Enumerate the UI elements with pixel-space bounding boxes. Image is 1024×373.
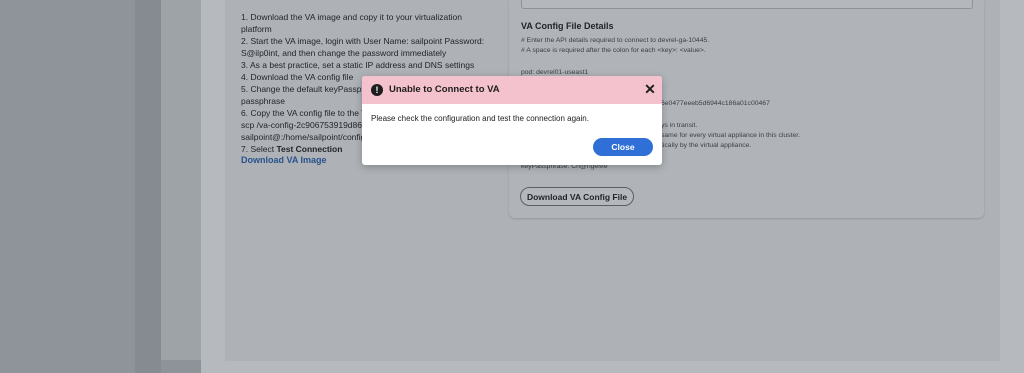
step-1: 1. Download the VA image and copy it to … <box>241 12 462 34</box>
config-title: VA Config File Details <box>521 21 614 31</box>
close-icon[interactable]: ✕ <box>643 82 657 96</box>
config-line: # A space is required after the colon fo… <box>521 47 706 54</box>
step-7-bold: Test Connection <box>276 144 343 154</box>
close-button[interactable]: Close <box>593 138 653 156</box>
background-left <box>0 0 135 373</box>
download-va-image-link[interactable]: Download VA Image <box>241 155 327 165</box>
step-2: 2. Start the VA image, login with User N… <box>241 36 485 58</box>
step-7-label: 7. Select <box>241 144 275 154</box>
config-line: pod: devrel01-useast1 <box>521 69 589 76</box>
text-area[interactable] <box>521 0 973 9</box>
background-strip <box>135 0 161 373</box>
config-line: 6e0477eeeb5d6944c186a01c00467 <box>661 100 770 107</box>
download-config-button[interactable]: Download VA Config File <box>520 187 634 206</box>
config-line: same for every virtual appliance in this… <box>661 132 801 139</box>
config-line: # Enter the API details required to conn… <box>521 37 710 44</box>
config-line: ys in transit. <box>661 122 698 129</box>
error-modal: ! Unable to Connect to VA ✕ Please check… <box>362 76 662 165</box>
modal-title: Unable to Connect to VA <box>389 84 500 95</box>
background-mid <box>161 0 201 360</box>
config-line: tically by the virtual appliance. <box>661 142 752 149</box>
modal-message: Please check the configuration and test … <box>371 114 589 123</box>
step-3: 3. As a best practice, set a static IP a… <box>241 60 475 70</box>
alert-icon: ! <box>371 84 383 96</box>
